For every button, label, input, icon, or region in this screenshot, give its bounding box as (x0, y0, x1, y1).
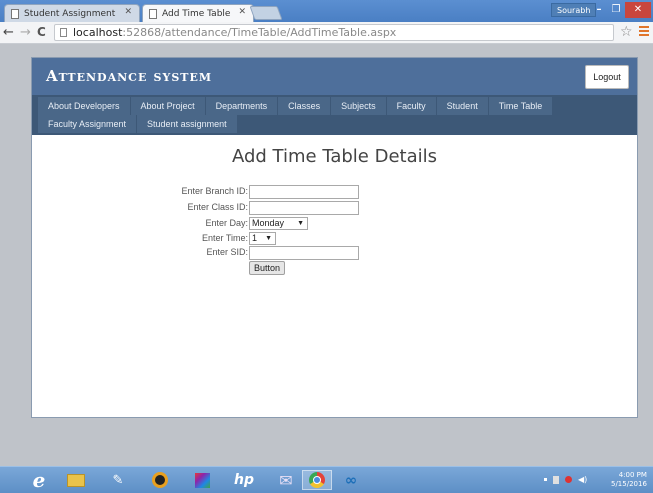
site-header: Attendance system Logout (32, 58, 637, 95)
page-icon (60, 28, 67, 37)
day-select-value: Monday (252, 218, 285, 228)
nav-item-faculty-assignment[interactable]: Faculty Assignment (38, 115, 138, 133)
branch-id-input[interactable] (249, 185, 359, 199)
dropdown-arrow-icon: ▼ (265, 235, 272, 242)
hp-icon[interactable]: hp (233, 470, 255, 490)
site-brand: Attendance system (46, 67, 213, 85)
time-select-value: 1 (252, 233, 258, 243)
submit-button[interactable]: Button (249, 261, 285, 275)
page-icon (11, 8, 19, 19)
new-tab-button[interactable] (249, 6, 283, 20)
branch-row: Enter Branch ID: (32, 185, 637, 199)
page-viewport: Attendance system Logout About Developer… (0, 44, 653, 466)
day-select[interactable]: Monday ▼ (249, 217, 308, 230)
reload-icon[interactable]: C (37, 25, 46, 40)
nav-item-time-table[interactable]: Time Table (488, 97, 554, 115)
back-arrow-icon[interactable]: ← (3, 25, 14, 40)
forward-arrow-icon[interactable]: → (20, 25, 31, 40)
media-player-icon[interactable] (149, 470, 171, 490)
page-title: Add Time Table Details (231, 146, 437, 167)
class-row: Enter Class ID: (32, 201, 637, 215)
close-window-icon[interactable]: ✕ (625, 2, 651, 18)
network-icon[interactable] (553, 475, 559, 484)
minimize-icon[interactable]: – (592, 2, 606, 18)
app-container: Attendance system Logout About Developer… (31, 57, 638, 418)
logout-button[interactable]: Logout (585, 65, 629, 89)
url-path: :52868/attendance/TimeTable/AddTimeTable… (122, 26, 397, 39)
class-id-label: Enter Class ID: (187, 202, 248, 212)
sid-row: Enter SID: (32, 246, 637, 260)
browser-tab-strip: Student Assignment ✕ Add Time Table ✕ So… (0, 0, 653, 22)
time-select[interactable]: 1 ▼ (249, 232, 276, 245)
page-icon (149, 8, 157, 19)
time-label: Enter Time: (201, 233, 248, 243)
nav-item-subjects[interactable]: Subjects (331, 97, 387, 115)
nav-item-about-developers[interactable]: About Developers (38, 97, 131, 115)
nav-item-classes[interactable]: Classes (278, 97, 332, 115)
system-tray: ◀) (544, 475, 587, 484)
nav-item-student-assignment[interactable]: Student assignment (137, 115, 238, 133)
volume-icon[interactable]: ◀) (578, 475, 587, 484)
day-label: Enter Day: (205, 218, 248, 228)
clock-time: 4:00 PM (618, 471, 647, 479)
nav-item-faculty[interactable]: Faculty (386, 97, 437, 115)
day-row: Enter Day: Monday ▼ (32, 217, 637, 231)
tab-student-assignment[interactable]: Student Assignment ✕ (4, 4, 140, 22)
chrome-icon[interactable] (302, 470, 332, 490)
restore-icon[interactable]: ❐ (609, 2, 623, 18)
address-bar[interactable]: localhost:52868/attendance/TimeTable/Add… (54, 24, 614, 41)
app-grid-icon[interactable] (191, 470, 213, 490)
branch-id-label: Enter Branch ID: (181, 186, 248, 196)
menu-icon[interactable] (639, 26, 649, 38)
visual-studio-icon[interactable]: ∞ (340, 470, 362, 490)
close-tab-icon[interactable]: ✕ (124, 7, 132, 17)
tab-add-time-table[interactable]: Add Time Table ✕ (142, 4, 254, 22)
sid-input[interactable] (249, 246, 359, 260)
tray-arrow-icon[interactable] (544, 478, 547, 481)
tab-label: Add Time Table (162, 8, 231, 19)
main-nav: About Developers About Project Departmen… (32, 95, 637, 135)
nav-item-student[interactable]: Student (436, 97, 489, 115)
dropdown-arrow-icon: ▼ (297, 220, 304, 227)
url-host: localhost (73, 26, 123, 39)
clock[interactable]: 4:00 PM 5/15/2016 (611, 471, 647, 489)
nav-item-about-project[interactable]: About Project (130, 97, 206, 115)
pen-tool-icon[interactable]: ✎ (107, 470, 129, 490)
clock-date: 5/15/2016 (611, 480, 647, 488)
profile-button[interactable]: Sourabh (551, 3, 597, 17)
time-row: Enter Time: 1 ▼ (32, 232, 637, 246)
sid-label: Enter SID: (206, 247, 248, 257)
close-tab-icon[interactable]: ✕ (238, 7, 246, 17)
bookmark-star-icon[interactable]: ☆ (620, 24, 633, 40)
class-id-input[interactable] (249, 201, 359, 215)
alert-icon[interactable] (565, 476, 572, 483)
nav-item-departments[interactable]: Departments (205, 97, 279, 115)
tab-label: Student Assignment (24, 8, 116, 19)
mail-icon[interactable]: ✉ (275, 470, 297, 490)
browser-toolbar: ← → C localhost:52868/attendance/TimeTab… (0, 22, 653, 44)
internet-explorer-icon[interactable]: e (28, 468, 50, 492)
file-explorer-icon[interactable] (65, 470, 87, 490)
windows-taskbar: e ✎ hp ✉ ∞ ◀) 4:00 PM 5/15/2016 (0, 466, 653, 493)
